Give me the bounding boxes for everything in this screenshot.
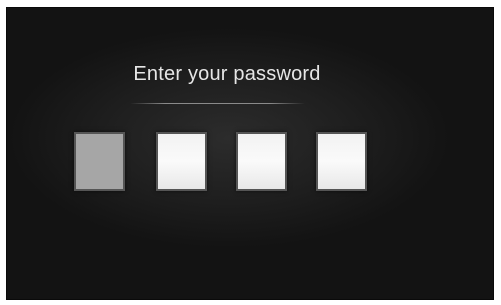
pin-digit-box-2[interactable]: [156, 132, 207, 191]
pin-digit-box-1[interactable]: [74, 132, 125, 191]
pin-digit-box-3[interactable]: [236, 132, 287, 191]
password-prompt-label: Enter your password: [133, 63, 321, 85]
prompt-divider: [130, 103, 305, 104]
pin-digit-box-4[interactable]: [316, 132, 367, 191]
pin-entry-row: [74, 132, 374, 194]
password-screen: Enter your password: [6, 7, 494, 300]
